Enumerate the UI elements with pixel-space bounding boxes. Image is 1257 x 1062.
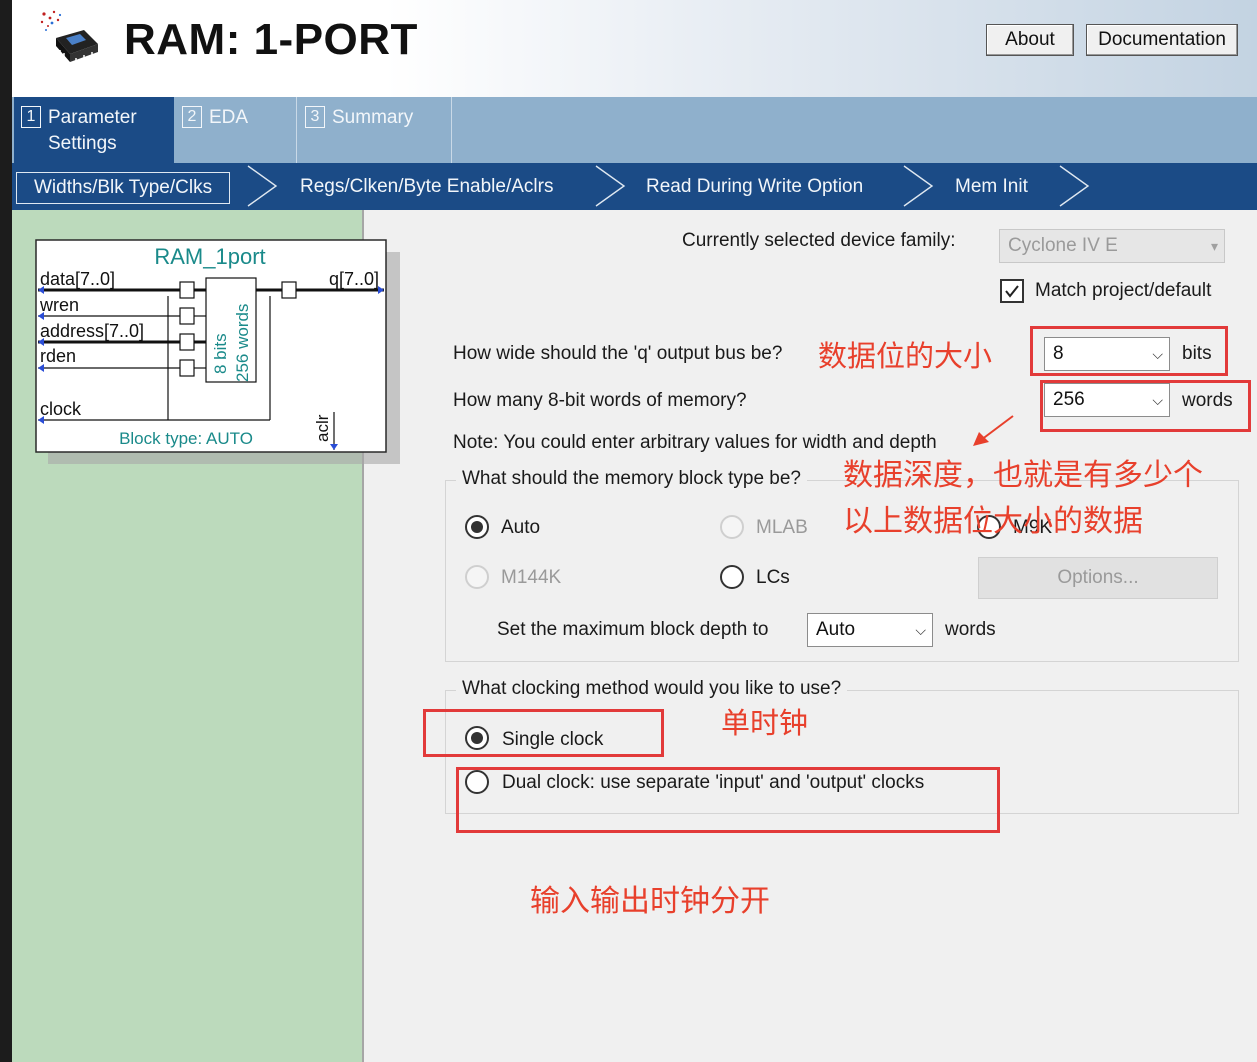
device-family-value: Cyclone IV E	[1008, 235, 1118, 256]
annotation-dual-clock: 输入输出时钟分开	[530, 884, 770, 919]
tab-number: 3	[305, 106, 325, 128]
tab-number: 1	[21, 106, 41, 128]
port-wren: wren	[39, 295, 79, 315]
port-data: data[7..0]	[40, 269, 115, 289]
aclr-label: aclr	[313, 414, 332, 442]
block-type-label: Block type: AUTO	[119, 429, 253, 448]
megawizard-chip-icon	[40, 10, 98, 62]
words-label: 256 words	[233, 304, 252, 382]
max-depth-label: Set the maximum block depth to	[497, 619, 769, 640]
tab-label: Parameter Settings	[48, 105, 137, 157]
step-tabs: 1 Parameter Settings 2 EDA 3 Summary	[12, 97, 1257, 163]
max-depth-unit: words	[945, 619, 996, 640]
width-highlight-box	[1030, 326, 1228, 376]
port-rden: rden	[40, 346, 76, 366]
depth-highlight-box	[1040, 380, 1251, 432]
annotation-depth-line1: 数据深度，也就是有多少个	[843, 458, 1203, 493]
symbol-name: RAM_1port	[154, 244, 265, 269]
annotation-single-clock: 单时钟	[721, 706, 809, 740]
crumb-mem-init[interactable]: Mem Init	[955, 172, 1028, 202]
annotation-arrow-icon	[973, 415, 1014, 446]
depth-question: How many 8-bit words of memory?	[453, 390, 747, 411]
block-type-auto-label: Auto	[501, 517, 541, 538]
max-depth-select[interactable]: Auto ⌵	[807, 613, 933, 647]
crumb-read-during-write[interactable]: Read During Write Option	[646, 172, 863, 202]
annotation-depth-line2: 以上数据位大小的数据	[843, 504, 1143, 539]
options-button[interactable]: Options...	[978, 557, 1218, 599]
block-type-question: What should the memory block type be?	[456, 468, 808, 490]
width-question: How wide should the 'q' output bus be?	[453, 343, 783, 364]
block-type-mlab-radio[interactable]	[720, 515, 744, 539]
page-breadcrumb: Widths/Blk Type/Clks Regs/Clken/Byte Ena…	[12, 163, 1257, 210]
tab-label-line2: Settings	[48, 133, 117, 154]
tab-eda[interactable]: 2 EDA	[175, 97, 297, 163]
tab-number: 2	[182, 106, 202, 128]
block-type-mlab-label: MLAB	[756, 517, 808, 538]
tab-summary[interactable]: 3 Summary	[298, 97, 452, 163]
port-clock: clock	[40, 399, 82, 419]
dual-clock-highlight-box	[456, 767, 1000, 833]
max-depth-value: Auto	[816, 619, 856, 640]
match-project-label: Match project/default	[1035, 280, 1212, 301]
crumb-widths[interactable]: Widths/Blk Type/Clks	[16, 172, 231, 204]
documentation-button[interactable]: Documentation	[1086, 24, 1238, 56]
device-family-select[interactable]: Cyclone IV E ▾	[999, 229, 1225, 263]
symbol-preview-pane: RAM_1port data[7..0] wren address[7..0] …	[12, 210, 400, 1062]
block-type-m144k-label: M144K	[501, 567, 562, 588]
tab-label-line1: Parameter	[48, 107, 137, 128]
clocking-question: What clocking method would you like to u…	[456, 678, 848, 700]
port-q: q[7..0]	[329, 269, 379, 289]
device-family-label: Currently selected device family:	[682, 230, 956, 251]
tab-label: Summary	[332, 107, 414, 128]
block-type-auto-radio[interactable]	[465, 515, 489, 539]
bits-label: 8 bits	[211, 333, 230, 374]
tab-parameter-settings[interactable]: 1 Parameter Settings	[14, 97, 174, 163]
block-type-lcs-label: LCs	[756, 567, 790, 588]
header: RAM: 1-PORT About Documentation	[12, 0, 1257, 97]
about-button[interactable]: About	[986, 24, 1074, 56]
port-address: address[7..0]	[40, 321, 144, 341]
tab-label: EDA	[209, 107, 249, 128]
annotation-width: 数据位的大小	[818, 339, 993, 373]
chevron-down-icon: ⌵	[915, 622, 926, 638]
wizard-window: RAM: 1-PORT About Documentation 1 Parame…	[12, 0, 1257, 1062]
block-type-m144k-radio[interactable]	[465, 565, 489, 589]
match-project-checkbox[interactable]	[1000, 279, 1024, 303]
single-clock-highlight-box	[423, 709, 664, 757]
chevron-down-icon: ▾	[1210, 238, 1218, 254]
block-type-lcs-radio[interactable]	[720, 565, 744, 589]
ram-symbol-diagram: RAM_1port data[7..0] wren address[7..0] …	[35, 239, 400, 464]
window-title: RAM: 1-PORT	[124, 15, 418, 64]
crumb-regs[interactable]: Regs/Clken/Byte Enable/Aclrs	[300, 172, 553, 202]
